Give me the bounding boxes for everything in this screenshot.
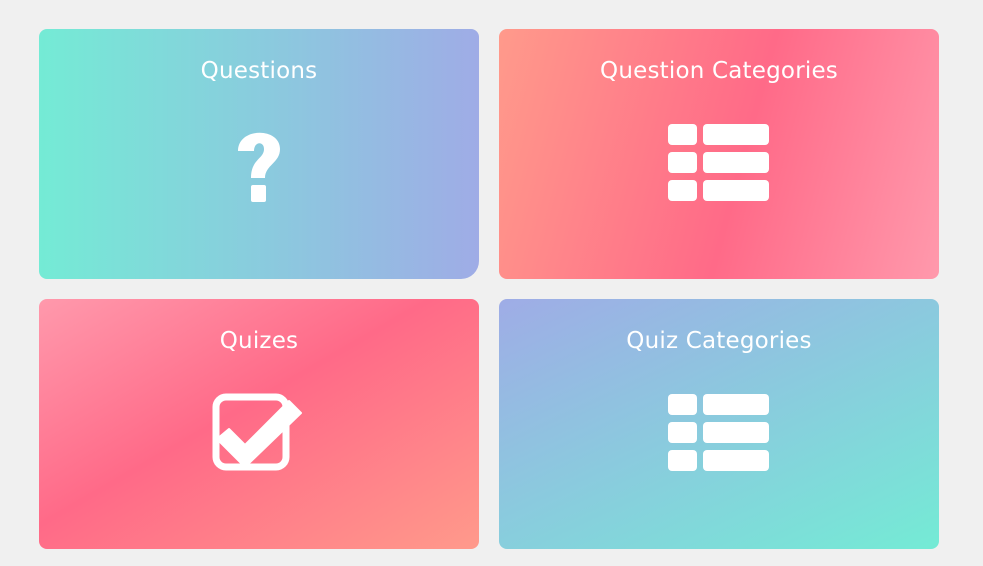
question-mark-icon bbox=[238, 132, 280, 202]
quizes-card[interactable]: Quizes bbox=[39, 299, 479, 549]
card-title: Question Categories bbox=[600, 58, 838, 84]
questions-card[interactable]: Questions bbox=[39, 29, 479, 279]
dashboard-grid: Questions Question Categories Quizes Qui… bbox=[0, 0, 983, 566]
quiz-categories-card[interactable]: Quiz Categories bbox=[499, 299, 939, 549]
card-title: Questions bbox=[200, 58, 318, 84]
list-icon bbox=[668, 394, 769, 471]
card-title: Quiz Categories bbox=[626, 328, 812, 354]
card-title: Quizes bbox=[219, 328, 299, 354]
question-categories-card[interactable]: Question Categories bbox=[499, 29, 939, 279]
checkbox-checked-icon bbox=[212, 393, 302, 471]
list-icon bbox=[668, 124, 769, 201]
